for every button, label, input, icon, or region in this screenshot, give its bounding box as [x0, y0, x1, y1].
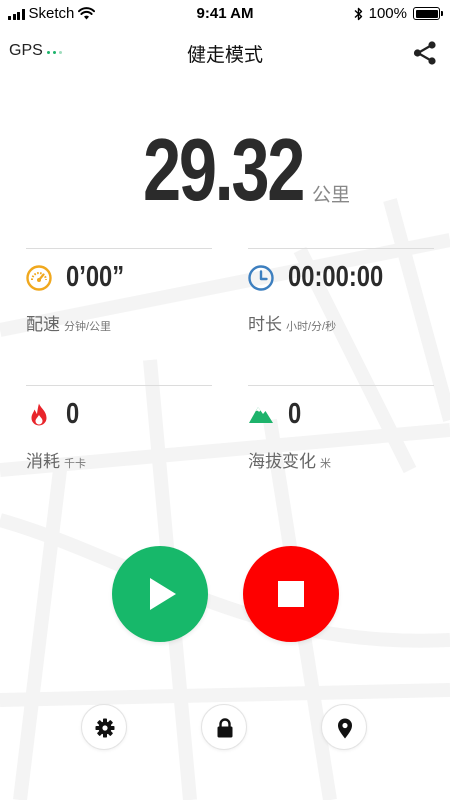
status-bar: Sketch 9:41 AM 100% — [0, 0, 450, 28]
pace-value: 0’00” — [66, 261, 125, 293]
elevation-value: 0 — [288, 398, 302, 430]
location-pin-icon — [338, 718, 352, 739]
distance-unit: 公里 — [312, 185, 351, 206]
duration-label-text: 时长 — [248, 315, 282, 334]
elevation-label-text: 海拔变化 — [248, 452, 316, 471]
divider — [248, 385, 434, 386]
calories-unit: 千卡 — [64, 458, 86, 470]
flame-icon — [31, 403, 47, 426]
distance-display: 29.32 公里 — [0, 125, 450, 215]
stop-icon — [278, 581, 304, 607]
battery-icon — [413, 7, 443, 20]
share-button[interactable] — [412, 40, 438, 66]
mountain-icon — [249, 407, 273, 423]
bluetooth-icon — [354, 7, 362, 20]
status-bar-right: 100% — [354, 5, 443, 22]
gear-icon — [95, 718, 115, 738]
play-icon — [150, 578, 176, 610]
share-icon — [413, 41, 436, 65]
stat-pace: 0’00” 配速 分钟/公里 — [26, 248, 216, 358]
divider — [26, 248, 212, 249]
page-title: 健走模式 — [186, 45, 263, 66]
nav-bar: GPS 健走模式 — [0, 30, 450, 74]
pace-label: 配速 分钟/公里 — [26, 310, 111, 335]
lock-button[interactable] — [201, 704, 247, 750]
stat-calories: 0 消耗 千卡 — [26, 385, 216, 495]
divider — [26, 385, 212, 386]
duration-unit: 小时/分/秒 — [286, 321, 337, 333]
divider — [248, 248, 434, 249]
pace-label-text: 配速 — [26, 315, 60, 334]
stat-elevation: 0 海拔变化米 — [248, 385, 438, 495]
calories-label: 消耗 千卡 — [26, 447, 86, 472]
stop-button[interactable] — [243, 546, 339, 642]
stat-duration: 00:00:00 时长 小时/分/秒 — [248, 248, 438, 358]
elevation-unit: 米 — [320, 458, 331, 470]
clock-icon — [248, 265, 274, 291]
calories-label-text: 消耗 — [26, 452, 60, 471]
distance-value: 29.32 — [143, 120, 305, 219]
settings-button[interactable] — [81, 704, 127, 750]
pace-unit: 分钟/公里 — [64, 321, 112, 333]
battery-percent: 100% — [368, 5, 407, 22]
lock-icon — [217, 718, 233, 738]
calories-value: 0 — [66, 398, 80, 430]
duration-label: 时长 小时/分/秒 — [248, 310, 336, 335]
start-button[interactable] — [112, 546, 208, 642]
duration-value: 00:00:00 — [288, 261, 384, 293]
location-button[interactable] — [321, 704, 367, 750]
speedometer-icon — [26, 265, 52, 291]
elevation-label: 海拔变化米 — [248, 447, 331, 472]
